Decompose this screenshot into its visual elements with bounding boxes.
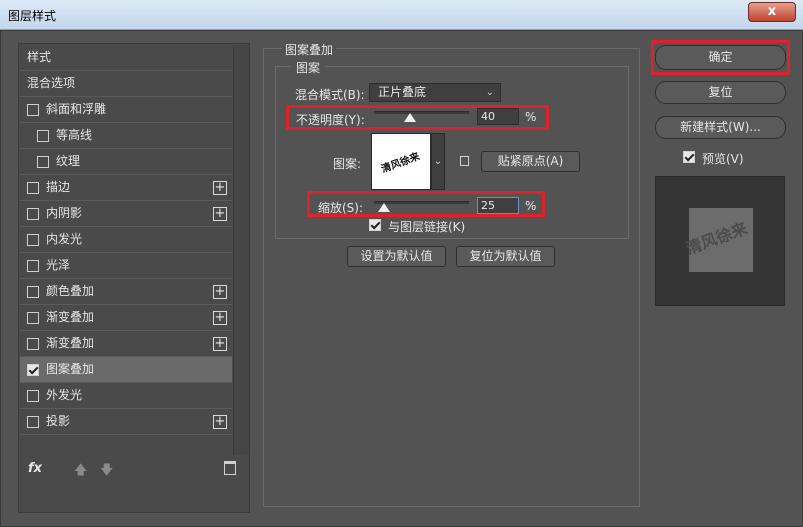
blend-mode-select[interactable]: 正片叠底 ⌄: [369, 83, 501, 102]
sidebar-item-label: 样式: [27, 50, 52, 64]
checkbox[interactable]: [27, 104, 39, 116]
sidebar-item-gradient-overlay-1[interactable]: 渐变叠加 +: [20, 305, 232, 331]
style-preview: 清风徐来: [655, 176, 785, 306]
checkbox[interactable]: [27, 260, 39, 272]
opacity-label: 不透明度(Y):: [296, 113, 365, 127]
sidebar-item-color-overlay[interactable]: 颜色叠加 +: [20, 279, 232, 305]
add-icon[interactable]: +: [213, 207, 227, 221]
style-list: 样式 混合选项 斜面和浮雕 等高线 纹理 描边 + 内阴影 + 内发光 光泽 颜色叠…: [20, 45, 232, 435]
subgroup-title: 图案: [291, 59, 326, 76]
opacity-input[interactable]: 40: [477, 108, 519, 125]
move-down-icon[interactable]: 🡇: [100, 461, 113, 483]
checkbox[interactable]: [27, 182, 39, 194]
fx-icon[interactable]: fx: [28, 461, 42, 476]
scale-label: 缩放(S):: [318, 201, 364, 215]
set-default-button[interactable]: 设置为默认值: [347, 246, 446, 267]
opacity-slider-track[interactable]: [374, 111, 469, 114]
blend-mode-label: 混合模式(B):: [295, 88, 365, 102]
reset-default-button[interactable]: 复位为默认值: [456, 246, 555, 267]
sidebar-item-label: 内阴影: [46, 206, 83, 220]
trash-icon[interactable]: [224, 461, 236, 475]
sidebar-item-label: 渐变叠加: [46, 310, 95, 324]
pattern-label: 图案:: [333, 157, 362, 171]
checkbox[interactable]: [27, 416, 39, 428]
ok-button[interactable]: 确定: [655, 45, 786, 70]
sidebar-item-label: 描边: [46, 180, 71, 194]
sidebar-item-label: 颜色叠加: [46, 284, 95, 298]
add-icon[interactable]: +: [213, 285, 227, 299]
pattern-text: 清风徐来: [380, 151, 422, 176]
new-style-button[interactable]: 新建样式(W)...: [655, 116, 786, 139]
sidebar-item-contour[interactable]: 等高线: [20, 123, 232, 149]
sidebar-item-satin[interactable]: 光泽: [20, 253, 232, 279]
sidebar-item-label: 光泽: [46, 258, 71, 272]
pattern-dropdown[interactable]: ⌄: [431, 133, 445, 190]
chevron-down-icon: ⌄: [485, 87, 494, 98]
preview-label: 预览(V): [702, 152, 744, 166]
close-button[interactable]: x: [748, 2, 796, 22]
checkbox[interactable]: [27, 286, 39, 298]
list-toolbar: fx 🡅 🡇: [20, 454, 249, 485]
checkbox[interactable]: [27, 364, 39, 376]
checkbox[interactable]: [37, 130, 49, 142]
list-scrollbar[interactable]: [233, 45, 249, 455]
sidebar-item-inner-glow[interactable]: 内发光: [20, 227, 232, 253]
snap-origin-button[interactable]: 贴紧原点(A): [481, 151, 580, 172]
sidebar-item-styles[interactable]: 样式: [20, 45, 232, 71]
reset-button[interactable]: 复位: [655, 81, 786, 104]
move-up-icon[interactable]: 🡅: [74, 461, 87, 483]
sidebar-item-label: 等高线: [56, 128, 93, 142]
link-with-layer-label: 与图层链接(K): [388, 220, 466, 234]
sidebar-item-drop-shadow[interactable]: 投影 +: [20, 409, 232, 435]
add-icon[interactable]: +: [213, 337, 227, 351]
checkbox[interactable]: [37, 156, 49, 168]
sidebar-item-label: 外发光: [46, 388, 83, 402]
add-icon[interactable]: +: [213, 311, 227, 325]
new-pattern-icon[interactable]: [460, 156, 469, 166]
sidebar-item-outer-glow[interactable]: 外发光: [20, 383, 232, 409]
checkbox[interactable]: [27, 208, 39, 220]
add-icon[interactable]: +: [213, 415, 227, 429]
sidebar-item-texture[interactable]: 纹理: [20, 149, 232, 175]
sidebar-item-label: 斜面和浮雕: [46, 102, 107, 116]
sidebar-item-label: 投影: [46, 414, 71, 428]
sidebar-item-bevel-emboss[interactable]: 斜面和浮雕: [20, 97, 232, 123]
sidebar-item-label: 图案叠加: [46, 362, 95, 376]
percent-label: %: [525, 110, 537, 124]
percent-label: %: [525, 199, 537, 213]
sidebar-item-label: 内发光: [46, 232, 83, 246]
group-title: 图案叠加: [282, 41, 337, 58]
sidebar-item-label: 混合选项: [27, 76, 76, 90]
add-icon[interactable]: +: [213, 181, 227, 195]
window-title: 图层样式: [8, 9, 57, 23]
sidebar-item-label: 渐变叠加: [46, 336, 95, 350]
sidebar-item-stroke[interactable]: 描边 +: [20, 175, 232, 201]
checkbox[interactable]: [27, 338, 39, 350]
checkbox[interactable]: [27, 234, 39, 246]
sidebar-item-label: 纹理: [56, 154, 81, 168]
sidebar-item-gradient-overlay-2[interactable]: 渐变叠加 +: [20, 331, 232, 357]
checkbox[interactable]: [27, 390, 39, 402]
scale-slider-thumb[interactable]: [378, 203, 390, 212]
scale-input[interactable]: 25: [477, 197, 519, 214]
checkbox[interactable]: [27, 312, 39, 324]
link-with-layer-checkbox[interactable]: [369, 219, 381, 231]
title-bar: 图层样式 x: [0, 0, 803, 30]
sidebar-item-blending-options[interactable]: 混合选项: [20, 71, 232, 97]
style-list-panel: 样式 混合选项 斜面和浮雕 等高线 纹理 描边 + 内阴影 + 内发光 光泽 颜色叠…: [18, 43, 250, 513]
preview-checkbox[interactable]: [683, 151, 695, 163]
opacity-slider-thumb[interactable]: [404, 113, 416, 122]
pattern-swatch[interactable]: 清风徐来: [371, 133, 431, 190]
blend-mode-value: 正片叠底: [378, 85, 427, 99]
sidebar-item-inner-shadow[interactable]: 内阴影 +: [20, 201, 232, 227]
sidebar-item-pattern-overlay[interactable]: 图案叠加: [20, 357, 232, 383]
